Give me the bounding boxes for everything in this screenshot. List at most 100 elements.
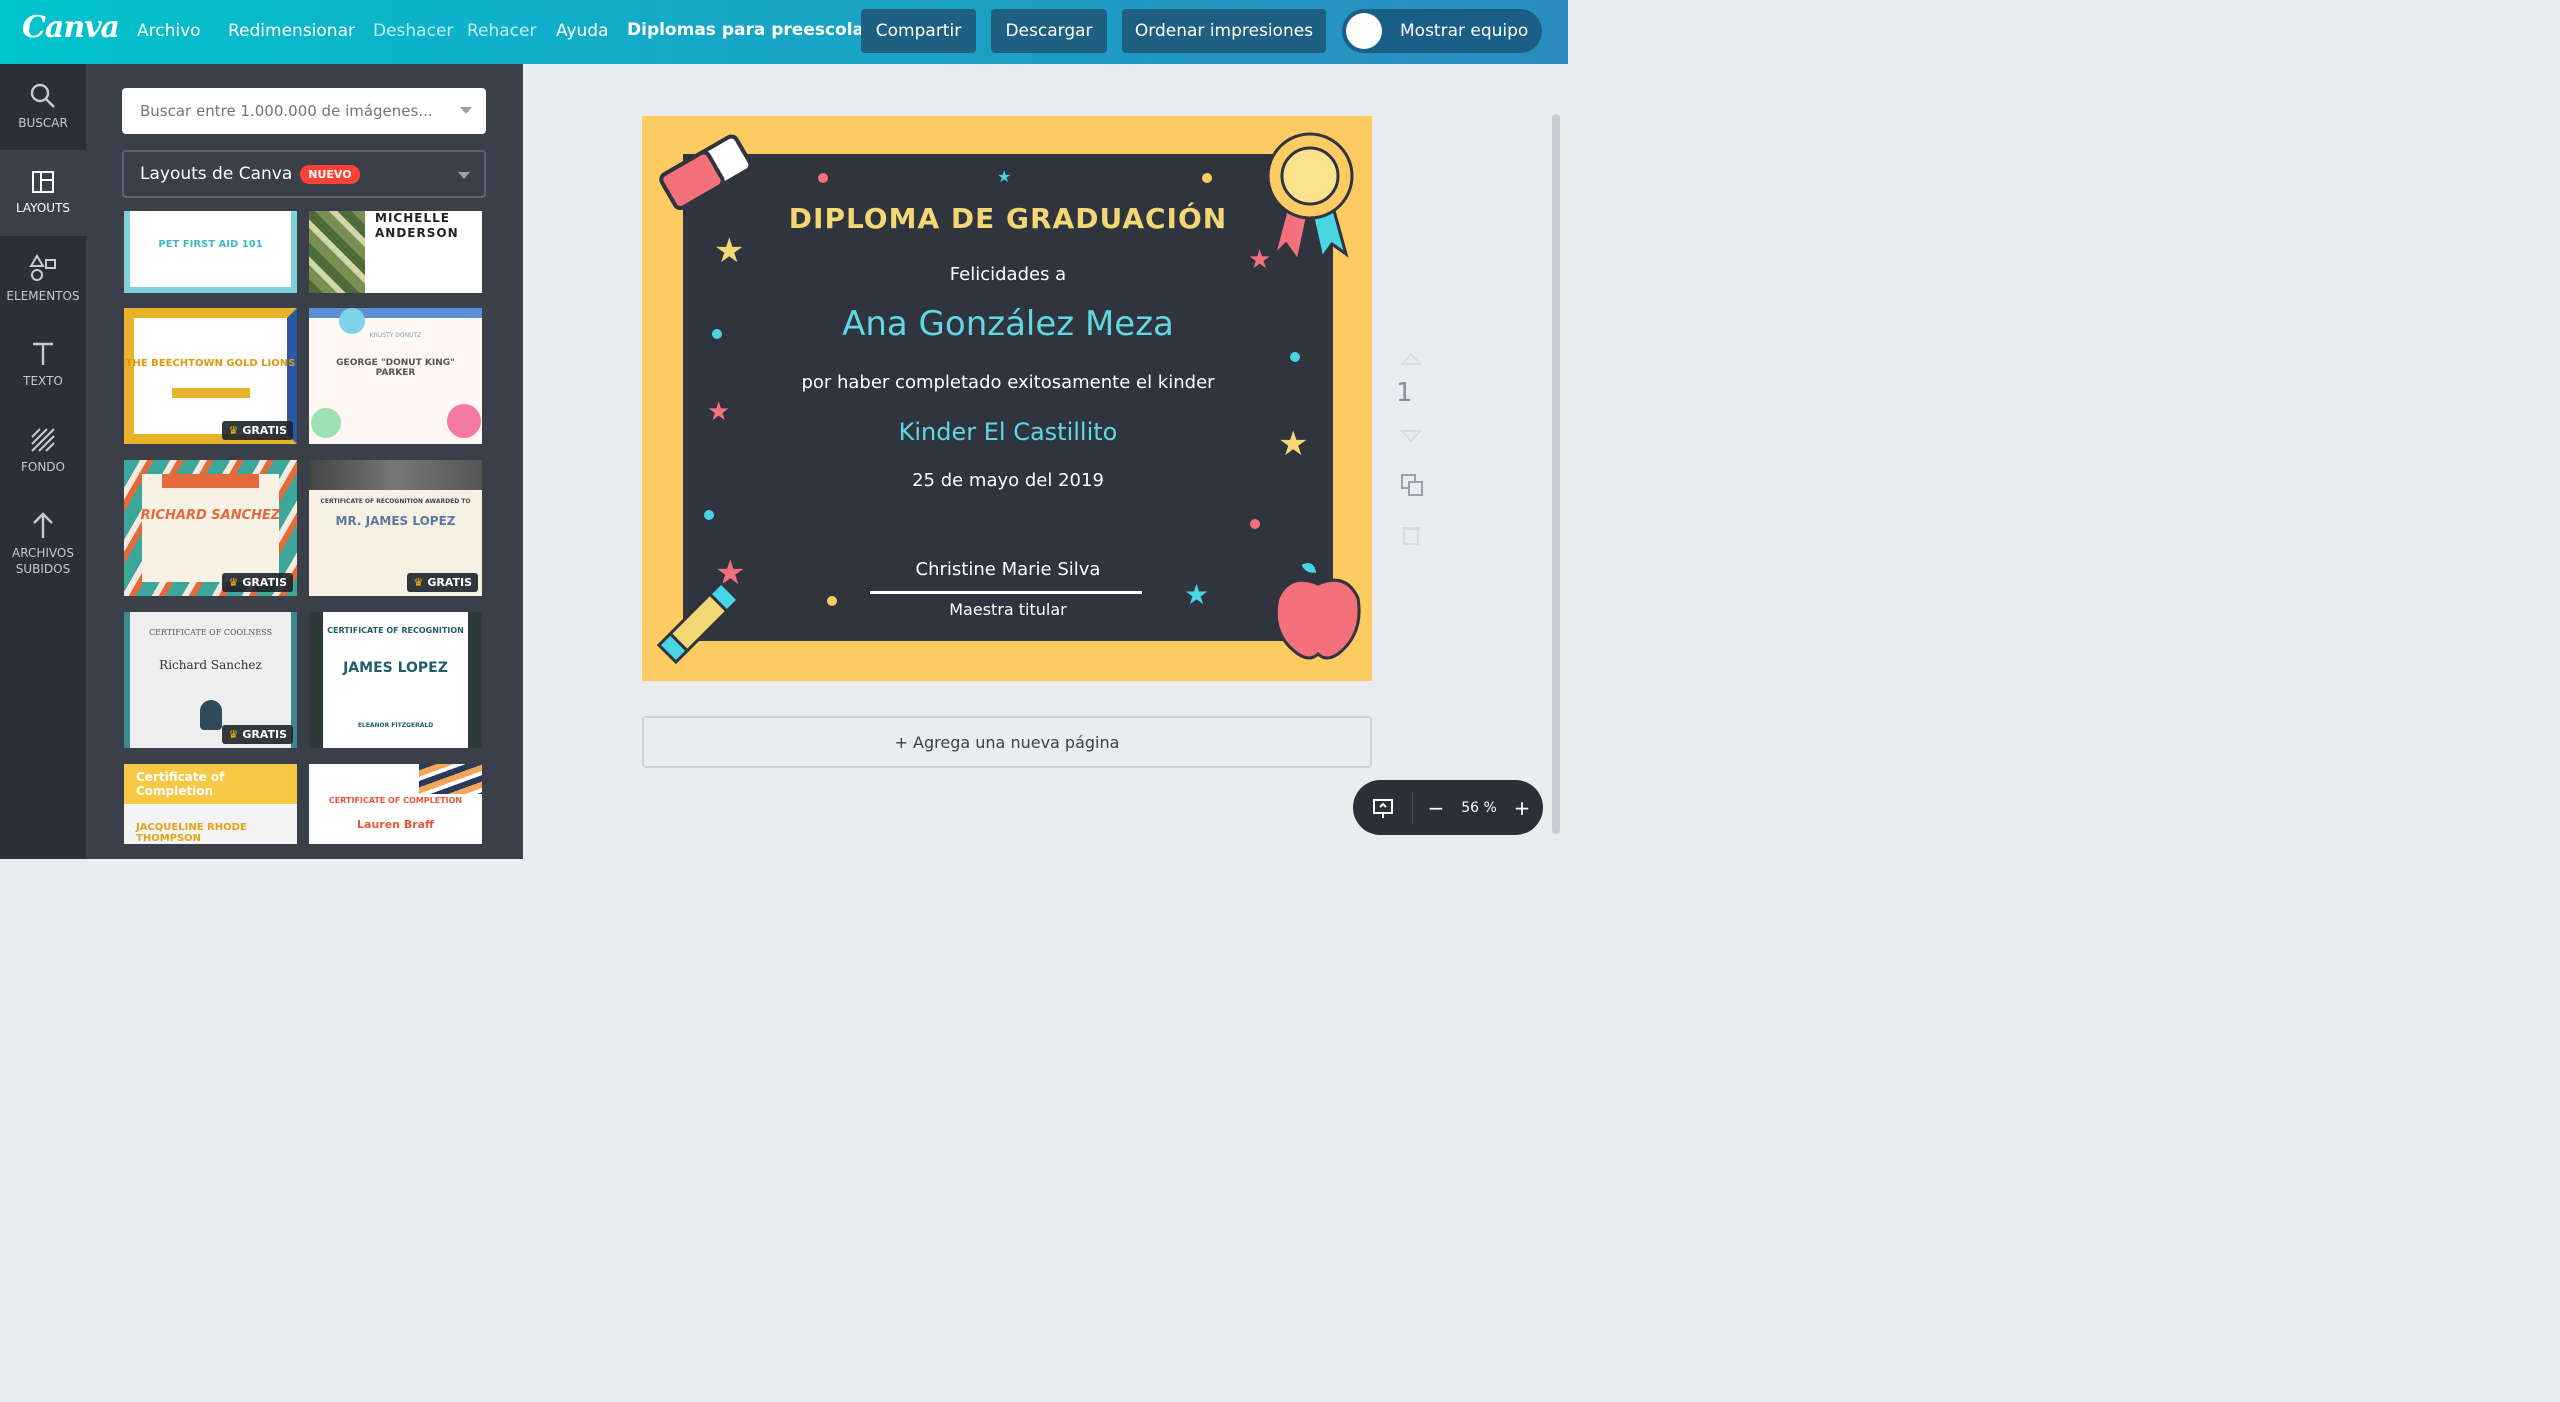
share-button[interactable]: Compartir [861, 9, 976, 53]
camo-pattern [309, 211, 365, 293]
rail-label: ELEMENTOS [6, 289, 80, 303]
template-title: Richard Sanchez [159, 658, 262, 672]
rail-item-buscar[interactable]: BUSCAR [0, 64, 86, 150]
show-team-button[interactable]: Mostrar equipo [1342, 9, 1542, 53]
crown-icon: ♛ [228, 424, 239, 437]
free-badge: ♛ GRATIS [222, 725, 293, 744]
canva-logo[interactable]: Canva [22, 10, 120, 45]
header-image [309, 460, 482, 490]
template-thumb[interactable]: CERTIFICATE OF RECOGNITION JAMES LOPEZ E… [309, 612, 482, 748]
template-subtitle: CERTIFICATE OF COMPLETION [328, 796, 463, 805]
layouts-panel: Layouts de Canva NUEVO PET FIRST AID 101… [86, 64, 523, 859]
rail-item-fondo[interactable]: FONDO [0, 408, 86, 494]
template-thumb[interactable]: CERTIFICATE OF COMPLETION Lauren Braff [309, 764, 482, 844]
add-page-button[interactable]: + Agrega una nueva página [642, 716, 1372, 768]
wave-decoration [419, 764, 482, 794]
move-down-icon[interactable] [1400, 429, 1422, 443]
template-thumb[interactable]: CERTIFICATE OF RECOGNITION AWARDED TO MR… [309, 460, 482, 596]
template-thumb[interactable]: MICHELLE ANDERSON [309, 211, 482, 293]
document-title[interactable]: Diplomas para preescolar [627, 20, 872, 40]
template-title: GEORGE "DONUT KING" PARKER [336, 358, 455, 378]
donut-icon [447, 404, 481, 438]
zoom-controls: − 56 % + [1353, 780, 1543, 835]
donut-icon [339, 308, 365, 334]
duplicate-page-icon[interactable] [1400, 473, 1424, 497]
layout-source-select[interactable]: Layouts de Canva NUEVO [122, 150, 486, 198]
left-rail: BUSCAR LAYOUTS ELEMENTOS TEXTO FONDO ARC… [0, 64, 86, 859]
dot-decoration [704, 510, 714, 520]
star-decoration: ★ [1278, 424, 1308, 464]
rail-item-layouts[interactable]: LAYOUTS [0, 150, 86, 236]
template-thumb[interactable]: Certificate of Completion JACQUELINE RHO… [124, 764, 297, 844]
rail-label: FONDO [20, 460, 65, 474]
search-input[interactable] [140, 102, 440, 120]
move-up-icon[interactable] [1400, 352, 1422, 366]
free-badge-label: GRATIS [242, 424, 287, 437]
download-button[interactable]: Descargar [991, 9, 1107, 53]
rail-item-archivos[interactable]: ARCHIVOS SUBIDOS [0, 494, 86, 594]
template-subtitle: Certificate of Completion [136, 770, 225, 798]
star-decoration: ★ [997, 167, 1011, 186]
present-button[interactable] [1353, 791, 1413, 824]
free-badge: ♛ GRATIS [222, 573, 293, 592]
menu-deshacer[interactable]: Deshacer [373, 21, 453, 41]
donut-icon [311, 408, 341, 438]
apple-icon [1274, 559, 1361, 660]
rail-label: ARCHIVOS SUBIDOS [12, 546, 74, 576]
text-icon [33, 342, 53, 365]
star-decoration: ★ [707, 397, 730, 427]
star-decoration: ★ [714, 231, 744, 271]
crown-icon: ♛ [228, 728, 239, 741]
layouts-icon [32, 171, 54, 193]
chevron-down-icon [458, 172, 470, 179]
crayon-icon [656, 581, 740, 665]
template-title: THE BEECHTOWN GOLD LIONS [125, 358, 296, 369]
menu-rehacer[interactable]: Rehacer [467, 21, 537, 41]
image-search[interactable] [122, 88, 486, 134]
rail-label: LAYOUTS [15, 201, 71, 215]
dot-decoration [1202, 173, 1212, 183]
template-thumb[interactable]: CERTIFICATE OF COOLNESS Richard Sanchez … [124, 612, 297, 748]
template-title: PET FIRST AID 101 [158, 239, 263, 250]
template-thumb[interactable]: PET FIRST AID 101 [124, 211, 297, 293]
template-subtitle: CERTIFICATE OF RECOGNITION AWARDED TO [320, 498, 471, 505]
order-prints-button[interactable]: Ordenar impresiones [1122, 9, 1326, 53]
editor-canvas: DIPLOMA DE GRADUACIÓN Felicidades a Ana … [523, 64, 1568, 859]
top-bar: Canva Archivo Redimensionar Deshacer Reh… [0, 0, 1568, 64]
ribbon-decoration [162, 474, 259, 488]
search-icon [30, 83, 55, 108]
zoom-level[interactable]: 56 % [1453, 800, 1505, 816]
zoom-in-button[interactable]: + [1505, 796, 1539, 820]
zoom-out-button[interactable]: − [1419, 796, 1453, 820]
upload-icon [33, 512, 53, 538]
rail-label: TEXTO [23, 374, 63, 388]
menu-archivo[interactable]: Archivo [137, 21, 201, 41]
template-thumb[interactable]: THE BEECHTOWN GOLD LIONS ♛ GRATIS [124, 308, 297, 444]
medal-icon [1266, 132, 1354, 265]
elements-icon [29, 254, 56, 281]
vertical-scrollbar[interactable] [1552, 114, 1560, 834]
rail-item-texto[interactable]: TEXTO [0, 322, 86, 408]
template-thumb[interactable]: RICHARD SANCHEZ ♛ GRATIS [124, 460, 297, 596]
dot-decoration [1250, 519, 1260, 529]
star-decoration: ★ [1184, 578, 1209, 611]
eraser-icon [659, 134, 753, 210]
page-number: 1 [1396, 378, 1413, 408]
free-badge-label: GRATIS [427, 576, 472, 589]
rail-item-elementos[interactable]: ELEMENTOS [0, 236, 86, 322]
menu-redimensionar[interactable]: Redimensionar [228, 21, 355, 41]
menu-ayuda[interactable]: Ayuda [556, 21, 609, 41]
delete-page-icon[interactable] [1400, 523, 1422, 545]
template-title: JACQUELINE RHODE THOMPSON [136, 822, 247, 844]
template-background [124, 211, 297, 293]
dot-decoration [827, 596, 837, 606]
diploma-page[interactable]: DIPLOMA DE GRADUACIÓN Felicidades a Ana … [642, 116, 1372, 681]
ribbon-decoration [172, 388, 250, 398]
dot-decoration [818, 173, 828, 183]
template-subtitle: CERTIFICATE OF COOLNESS [148, 628, 273, 637]
certificate-paper [142, 474, 279, 582]
crown-icon: ♛ [413, 576, 424, 589]
chevron-down-icon[interactable] [460, 107, 472, 114]
free-badge: ♛ GRATIS [407, 573, 478, 592]
template-thumb[interactable]: KRUSTY DONUTZ GEORGE "DONUT KING" PARKER [309, 308, 482, 444]
